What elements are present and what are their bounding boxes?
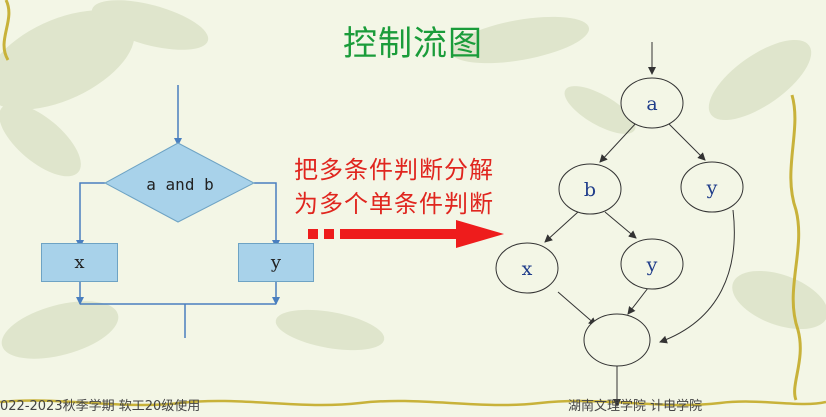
footer-school: 湖南文理学院 计电学院 [568, 399, 703, 414]
cfg-node-y-middle-label: y [646, 254, 658, 276]
cfg-node-a-label: a [646, 93, 657, 115]
cfg-node-y-right-label: y [706, 177, 718, 199]
cfg-node-join [583, 313, 651, 367]
footer-course: 022-2023秋季学期 软工20级使用 [0, 399, 201, 414]
control-flow-graph: a b y x y [495, 42, 744, 407]
cfg-node-x-label: x [522, 258, 533, 280]
cfg-node-b-label: b [584, 179, 596, 201]
